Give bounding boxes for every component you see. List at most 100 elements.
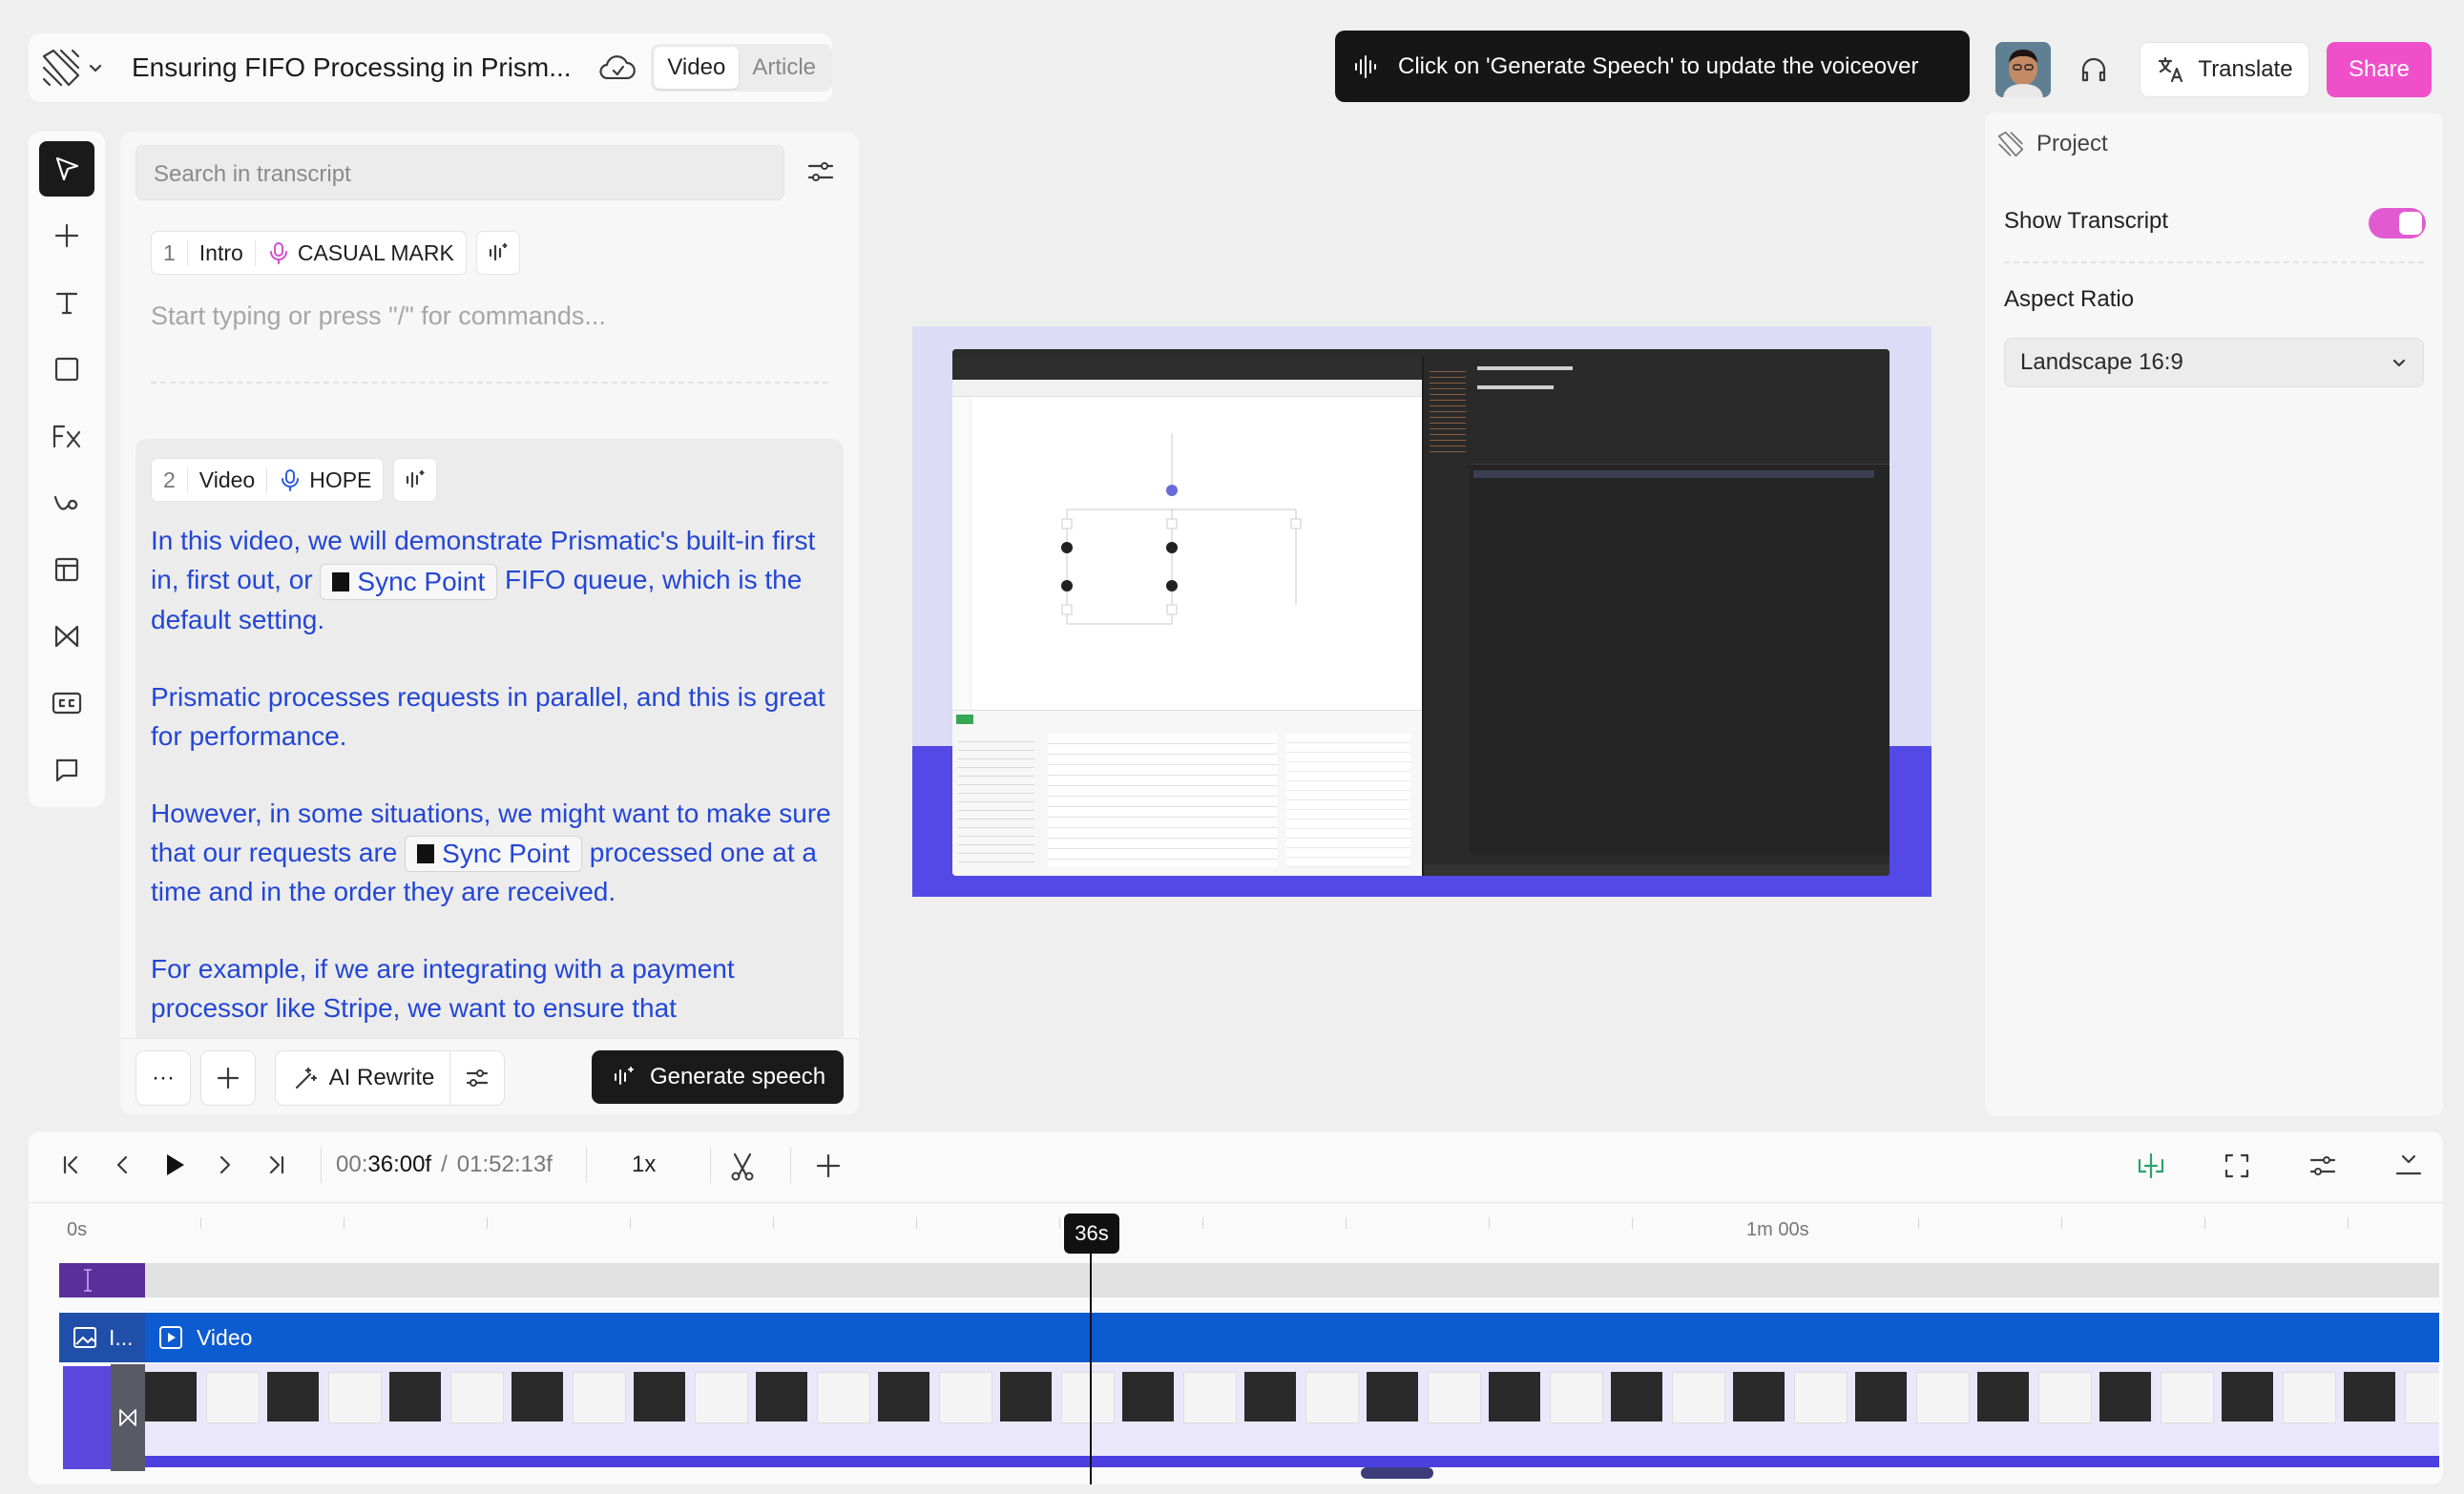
playback-speed[interactable]: 1x [632, 1131, 656, 1198]
ruler-tick [1346, 1217, 1347, 1229]
project-logo-icon [1997, 131, 2024, 157]
comments-tool[interactable] [39, 742, 94, 798]
filmstrip-frame [2161, 1372, 2214, 1423]
animation-tool[interactable] [39, 475, 94, 530]
fullscreen-icon[interactable] [2218, 1147, 2256, 1185]
split-scissors-icon[interactable] [723, 1147, 762, 1185]
layout-tool[interactable] [39, 542, 94, 597]
magic-wand-icon [295, 1067, 317, 1089]
timeline-scrollbar[interactable] [1361, 1467, 1433, 1479]
playhead[interactable] [1090, 1248, 1092, 1484]
motion-path-icon [53, 495, 78, 510]
transition-icon [119, 1409, 136, 1426]
show-transcript-toggle[interactable] [2369, 208, 2426, 239]
filmstrip-frame [2283, 1372, 2336, 1423]
add-tool[interactable] [39, 208, 94, 263]
scene-2-script[interactable]: In this video, we will demonstrate Prism… [151, 521, 838, 1027]
tab-article[interactable]: Article [739, 47, 829, 89]
waveform-sparkle-icon [407, 469, 426, 488]
ai-rewrite-settings-button[interactable] [449, 1050, 505, 1106]
db-tree [1430, 366, 1466, 452]
scene-2-card: 2 Video HOPE In this video, we will demo… [136, 439, 844, 1114]
translate-button[interactable]: Translate [2140, 42, 2309, 97]
cloud-sync-icon[interactable] [598, 52, 637, 84]
scene-1-placeholder[interactable]: Start typing or press "/" for commands..… [151, 301, 606, 331]
collapse-timeline-icon[interactable] [2390, 1147, 2428, 1185]
intro-text-clip[interactable] [59, 1263, 145, 1297]
browser-toolbar [952, 380, 1422, 397]
skip-to-start-icon[interactable] [52, 1146, 90, 1184]
filmstrip-frame [1305, 1372, 1359, 1423]
ruler-border [29, 1202, 2443, 1203]
scene-1-chip[interactable]: 1 Intro CASUAL MARK [151, 231, 467, 275]
filmstrip-frame [2405, 1372, 2439, 1423]
filmstrip-frame [756, 1372, 807, 1421]
generate-speech-button[interactable]: Generate speech [592, 1050, 844, 1104]
scene-number: 2 [152, 467, 188, 493]
cursor-arrow-icon [55, 156, 79, 181]
filmstrip-frame [328, 1372, 382, 1423]
filmstrip-frame [1000, 1372, 1052, 1421]
filmstrip-frame [1794, 1372, 1848, 1423]
text-cursor-icon [84, 1269, 92, 1292]
comment-icon [55, 758, 78, 782]
transition-marker[interactable] [111, 1364, 145, 1471]
sliders-icon [466, 1069, 489, 1087]
video-filmstrip[interactable] [145, 1364, 2439, 1467]
captions-icon [52, 692, 82, 715]
ruler-tick [773, 1217, 774, 1229]
transition-tool[interactable] [39, 609, 94, 664]
add-scene-button[interactable] [200, 1050, 256, 1106]
filmstrip-frame [1733, 1372, 1785, 1421]
ruler-tick [2061, 1217, 2062, 1229]
avatar[interactable] [1995, 42, 2051, 97]
select-tool[interactable] [39, 141, 94, 197]
filmstrip-frame [1122, 1372, 1174, 1421]
sync-point-marker[interactable]: Sync Point [320, 563, 498, 600]
filmstrip-frame [1611, 1372, 1662, 1421]
voice-preview-button[interactable] [2067, 42, 2120, 97]
captions-tool[interactable] [39, 675, 94, 731]
sliders-icon[interactable] [2304, 1147, 2342, 1185]
sync-point-marker[interactable]: Sync Point [405, 836, 583, 873]
video-preview[interactable] [912, 326, 1932, 897]
filmstrip-frame [1428, 1372, 1481, 1423]
video-track[interactable]: I... Video [59, 1313, 2439, 1362]
shape-tool[interactable] [39, 342, 94, 397]
next-frame-icon[interactable] [206, 1146, 244, 1184]
user-avatar-icon [1995, 42, 2051, 97]
project-title[interactable]: Ensuring FIFO Processing in Prism... [132, 52, 572, 83]
skip-to-end-icon[interactable] [258, 1146, 296, 1184]
snap-icon[interactable] [2132, 1147, 2170, 1185]
search-input[interactable]: Search in transcript [136, 145, 784, 200]
tab-video[interactable]: Video [654, 47, 740, 89]
scene-2-chip[interactable]: 2 Video HOPE [151, 458, 385, 502]
ruler-tick [344, 1217, 345, 1229]
scene-1-header: 1 Intro CASUAL MARK [151, 231, 520, 275]
more-button[interactable]: ··· [136, 1050, 191, 1106]
image-clip[interactable]: I... [59, 1313, 145, 1362]
add-clip-icon[interactable] [809, 1147, 847, 1185]
voice-settings-button[interactable] [393, 458, 438, 502]
filmstrip-frame [450, 1372, 504, 1423]
waveform-sparkle-icon [489, 242, 508, 261]
scene-divider [151, 382, 828, 384]
control-divider [790, 1147, 791, 1183]
project-section-header: Project [1996, 130, 2108, 158]
app-menu[interactable] [40, 47, 103, 89]
layout-icon [54, 557, 79, 582]
voice-settings-button[interactable] [475, 231, 520, 275]
previous-frame-icon[interactable] [103, 1146, 141, 1184]
voice-selector[interactable]: HOPE [267, 467, 383, 493]
filmstrip-frame [695, 1372, 748, 1423]
effects-tool[interactable] [39, 408, 94, 464]
voice-selector[interactable]: CASUAL MARK [256, 240, 466, 266]
share-button[interactable]: Share [2327, 42, 2432, 97]
filter-button[interactable] [804, 155, 838, 189]
playhead-time-label[interactable]: 36s [1064, 1214, 1119, 1254]
play-icon[interactable] [155, 1146, 193, 1184]
text-tool[interactable] [39, 275, 94, 330]
text-track[interactable] [59, 1263, 2439, 1297]
ai-rewrite-button[interactable]: AI Rewrite [275, 1050, 451, 1106]
aspect-ratio-select[interactable]: Landscape 16:9 [2004, 338, 2424, 387]
